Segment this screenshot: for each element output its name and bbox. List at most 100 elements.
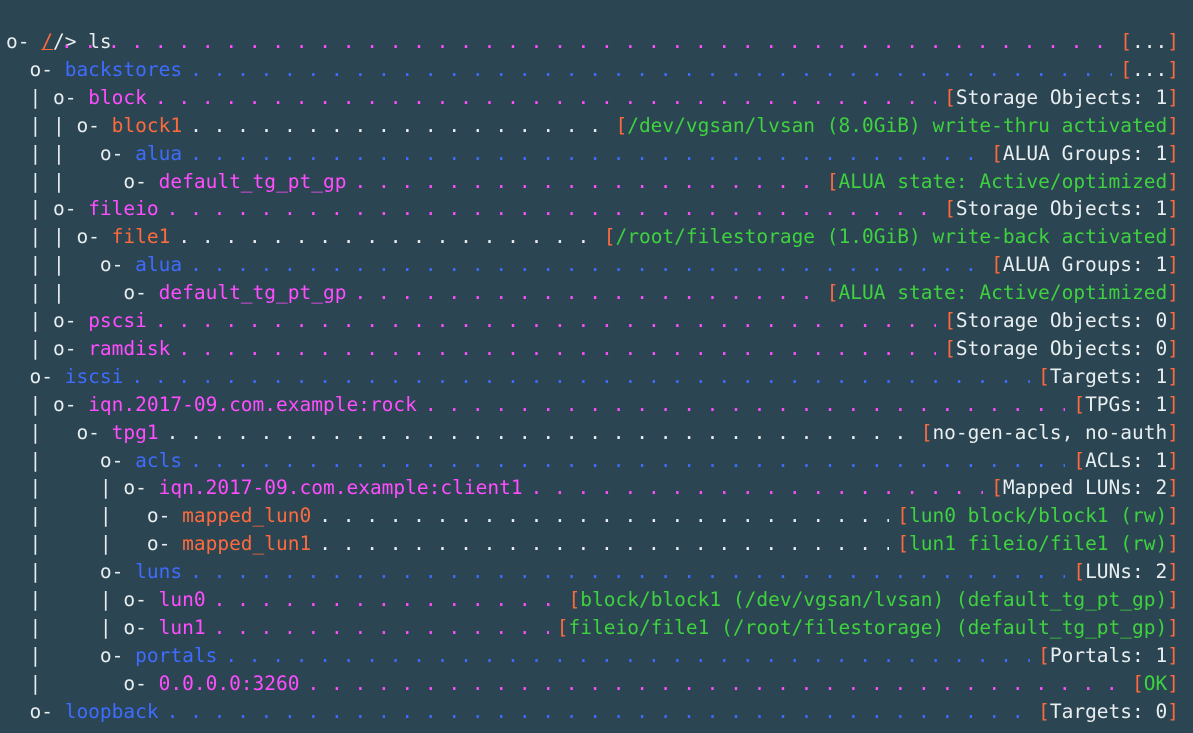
- tree-branch: | | o-: [6, 253, 136, 277]
- close-bracket: ]: [1167, 30, 1179, 53]
- node-status: [block/block1 (/dev/vgsan/lvsan) (defaul…: [569, 586, 1180, 614]
- close-bracket: ]: [1167, 699, 1179, 723]
- close-bracket: ]: [1167, 197, 1179, 221]
- status-text: ACLs: 1: [1085, 448, 1168, 472]
- tree-row: | o- iqn.2017-09.com.example:rock . . . …: [6, 391, 1179, 419]
- close-bracket: ]: [1167, 225, 1179, 249]
- status-text: ...: [1132, 30, 1168, 53]
- open-bracket: [: [1132, 671, 1144, 695]
- node-status: [lun0 block/block1 (rw)]: [897, 502, 1179, 530]
- tree-branch: o-: [6, 364, 65, 388]
- close-bracket: ]: [1167, 615, 1179, 639]
- open-bracket: [: [1120, 57, 1133, 81]
- tree-node-name: mapped_lun1: [182, 532, 312, 556]
- open-bracket: [: [991, 141, 1003, 165]
- status-text: Storage Objects: 0: [955, 309, 1168, 332]
- tree-row: | | o- file1 . . . . . . . . . . . . . .…: [6, 223, 1179, 251]
- close-bracket: ]: [1167, 169, 1179, 193]
- tree-row: | o- pscsi . . . . . . . . . . . . . . .…: [6, 307, 1179, 335]
- leader-dots: . . . . . . . . . . . . . . . . . . . . …: [319, 532, 889, 556]
- leader-dots: . . . . . . . . . . . . . . . . . . . . …: [131, 364, 1030, 388]
- tree-branch: | o-: [6, 309, 89, 332]
- node-status: [Portals: 1]: [1038, 642, 1179, 670]
- close-bracket: ]: [1167, 141, 1179, 165]
- node-status: [ALUA state: Active/optimized]: [827, 279, 1179, 307]
- tree-node-name: mapped_lun0: [182, 504, 312, 528]
- tree-row: | | o- default_tg_pt_gp . . . . . . . . …: [6, 279, 1179, 307]
- tree-branch: | o-: [6, 560, 136, 584]
- status-text: /dev/vgsan/lvsan (8.0GiB) write-thru act…: [627, 113, 1168, 137]
- close-bracket: ]: [1167, 336, 1179, 360]
- node-status: [...]: [1120, 28, 1179, 56]
- leader-dots: . . . . . . . . . . . . . . . . . . . . …: [213, 588, 561, 611]
- tree-node-name: portals: [135, 643, 218, 667]
- leader-dots: . . . . . . . . . . . . . . . . . . . . …: [178, 336, 936, 360]
- node-status: [Mapped LUNs: 2]: [991, 474, 1179, 502]
- node-status: [ALUA Groups: 1]: [991, 140, 1179, 168]
- tree-node-name: default_tg_pt_gp: [158, 169, 347, 193]
- tree-node-name: block1: [111, 113, 183, 137]
- tree-node-name: lun0: [158, 588, 206, 611]
- tree-branch: | o-: [6, 336, 89, 360]
- open-bracket: [: [1073, 560, 1086, 584]
- tree-row: o- backstores . . . . . . . . . . . . . …: [6, 56, 1179, 84]
- leader-dots: . . . . . . . . . . . . . . . . . . . . …: [190, 560, 1065, 584]
- open-bracket: [: [826, 281, 839, 305]
- node-status: [TPGs: 1]: [1073, 391, 1179, 419]
- tree-row: o- / . . . . . . . . . . . . . . . . . .…: [6, 28, 1179, 56]
- leader-dots: . . . . . . . . . . . . . . . . . . . . …: [530, 476, 984, 500]
- node-status: [/dev/vgsan/lvsan (8.0GiB) write-thru ac…: [615, 112, 1179, 140]
- status-text: Targets: 0: [1049, 699, 1168, 723]
- tree-row: | | o- alua . . . . . . . . . . . . . . …: [6, 251, 1179, 279]
- close-bracket: ]: [1167, 364, 1179, 388]
- close-bracket: ]: [1167, 57, 1179, 81]
- status-text: lun1 fileio/file1 (rw): [908, 532, 1168, 556]
- tree-branch: | o-: [6, 643, 136, 667]
- leader-dots: . . . . . . . . . . . . . . . . . . . . …: [354, 281, 818, 305]
- status-text: lun0 block/block1 (rw): [908, 504, 1168, 528]
- tree-branch: | | o-: [6, 113, 112, 137]
- tree-branch: | o-: [6, 392, 89, 416]
- terminal-window[interactable]: /> ls o- / . . . . . . . . . . . . . . .…: [0, 0, 1193, 733]
- leader-dots: . . . . . . . . . . . . . . . . . . . . …: [178, 225, 595, 249]
- node-status: [ALUA Groups: 1]: [991, 251, 1179, 279]
- close-bracket: ]: [1167, 560, 1179, 584]
- tree-row: | | o- default_tg_pt_gp . . . . . . . . …: [6, 168, 1179, 196]
- tree-branch: | | o-: [6, 615, 159, 639]
- tree-branch: | | o-: [6, 532, 183, 556]
- tree-branch: | | o-: [6, 476, 159, 500]
- tree-branch: | o-: [6, 420, 112, 444]
- status-text: ALUA Groups: 1: [1002, 253, 1168, 277]
- node-status: [LUNs: 2]: [1073, 558, 1179, 586]
- command-prompt: /> ls: [6, 0, 112, 53]
- tree-branch: | o-: [6, 197, 89, 221]
- tree-branch: | o-: [6, 671, 159, 695]
- status-text: OK: [1143, 671, 1168, 695]
- open-bracket: [: [1073, 392, 1086, 416]
- open-bracket: [: [1073, 448, 1086, 472]
- status-text: /root/filestorage (1.0GiB) write-back ac…: [615, 225, 1168, 249]
- status-text: Storage Objects: 1: [955, 197, 1168, 221]
- node-status: [OK]: [1132, 670, 1179, 698]
- close-bracket: ]: [1167, 504, 1179, 528]
- status-text: Storage Objects: 1: [955, 85, 1168, 109]
- tree-row: | | o- lun1 . . . . . . . . . . . . . . …: [6, 614, 1179, 642]
- leader-dots: . . . . . . . . . . . . . . . . . . . . …: [225, 643, 1030, 667]
- tree-row: o- loopback . . . . . . . . . . . . . . …: [6, 698, 1179, 726]
- tree-row: | | o- iqn.2017-09.com.example:client1 .…: [6, 474, 1179, 502]
- leader-dots: . . . . . . . . . . . . . . . . . . . . …: [60, 30, 1112, 53]
- close-bracket: ]: [1167, 476, 1179, 500]
- status-text: ALUA state: Active/optimized: [838, 169, 1168, 193]
- leader-dots: . . . . . . . . . . . . . . . . . . . . …: [154, 85, 936, 109]
- tree-node-name: alua: [135, 141, 183, 165]
- node-status: [Storage Objects: 0]: [944, 307, 1179, 335]
- tree-node-name: 0.0.0.0:3260: [158, 671, 300, 695]
- node-status: [Targets: 0]: [1038, 698, 1179, 726]
- open-bracket: [: [991, 253, 1003, 277]
- close-bracket: ]: [1167, 671, 1179, 695]
- tree-node-name: iscsi: [64, 364, 124, 388]
- open-bracket: [: [556, 615, 569, 639]
- status-text: Mapped LUNs: 2: [1002, 476, 1168, 500]
- leader-dots: . . . . . . . . . . . . . . . . . . . . …: [166, 699, 1030, 723]
- tree-row: | | o- mapped_lun0 . . . . . . . . . . .…: [6, 502, 1179, 530]
